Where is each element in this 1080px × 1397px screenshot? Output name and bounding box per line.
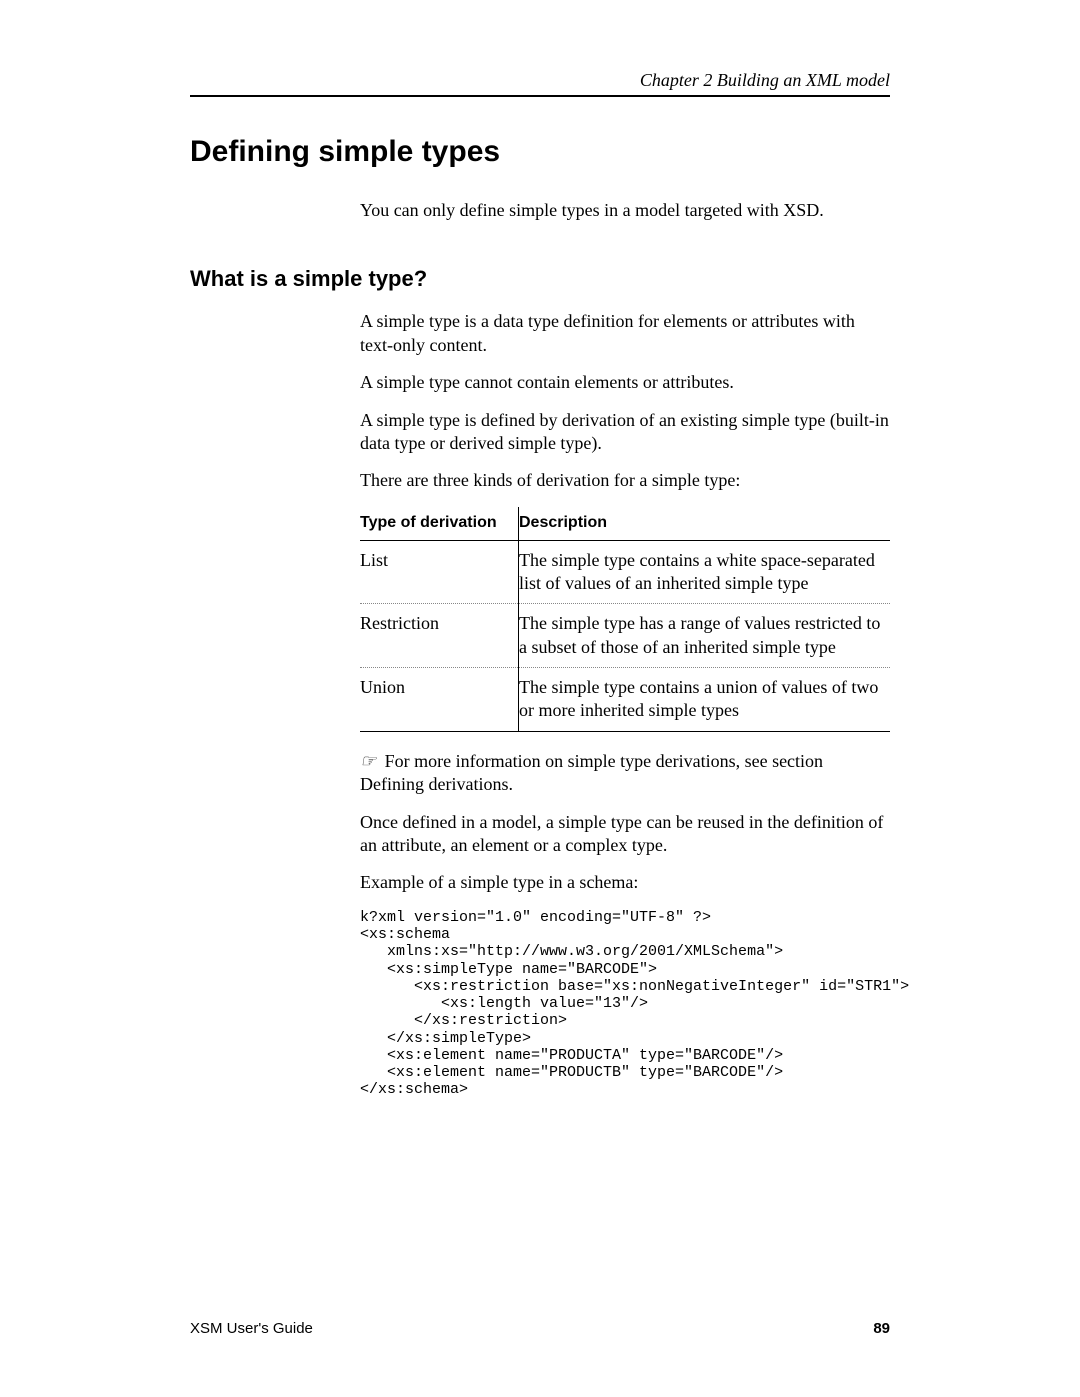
- page: Chapter 2 Building an XML model Defining…: [0, 0, 1080, 1397]
- pointer-icon: ☞: [360, 751, 376, 771]
- table-cell: The simple type contains a union of valu…: [519, 668, 891, 732]
- paragraph: A simple type is defined by derivation o…: [360, 409, 890, 456]
- footer-guide-name: XSM User's Guide: [190, 1320, 313, 1337]
- running-head: Chapter 2 Building an XML model: [190, 70, 890, 97]
- paragraph: Example of a simple type in a schema:: [360, 871, 890, 894]
- table-header: Description: [519, 507, 891, 540]
- table-row: Union The simple type contains a union o…: [360, 668, 890, 732]
- paragraph: There are three kinds of derivation for …: [360, 469, 890, 492]
- paragraph: A simple type is a data type definition …: [360, 310, 890, 357]
- table-cell: The simple type contains a white space-s…: [519, 540, 891, 604]
- table-cell: Restriction: [360, 604, 519, 668]
- code-example: k?xml version="1.0" encoding="UTF-8" ?> …: [360, 909, 890, 1099]
- table-cell: List: [360, 540, 519, 604]
- page-footer: XSM User's Guide 89: [190, 1320, 890, 1337]
- intro-block: You can only define simple types in a mo…: [360, 199, 890, 222]
- section-heading: What is a simple type?: [190, 266, 890, 292]
- table-cell: Union: [360, 668, 519, 732]
- section-body: A simple type is a data type definition …: [360, 310, 890, 1098]
- paragraph: Once defined in a model, a simple type c…: [360, 811, 890, 858]
- note-text: For more information on simple type deri…: [360, 751, 823, 794]
- paragraph: A simple type cannot contain elements or…: [360, 371, 890, 394]
- table-header: Type of derivation: [360, 507, 519, 540]
- intro-text: You can only define simple types in a mo…: [360, 199, 890, 222]
- page-title: Defining simple types: [190, 135, 890, 169]
- note-paragraph: ☞ For more information on simple type de…: [360, 750, 890, 797]
- derivation-table: Type of derivation Description List The …: [360, 507, 890, 732]
- page-number: 89: [873, 1320, 890, 1337]
- table-row: List The simple type contains a white sp…: [360, 540, 890, 604]
- table-cell: The simple type has a range of values re…: [519, 604, 891, 668]
- table-header-row: Type of derivation Description: [360, 507, 890, 540]
- table-row: Restriction The simple type has a range …: [360, 604, 890, 668]
